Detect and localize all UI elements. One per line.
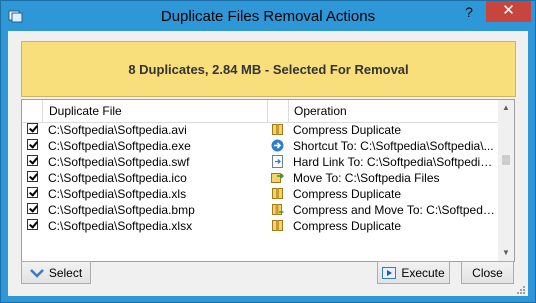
hard-link-icon <box>272 155 283 168</box>
row-checkbox[interactable] <box>27 171 38 182</box>
shortcut-arrow-icon <box>271 139 284 152</box>
vertical-scrollbar[interactable]: ▲ ▼ <box>498 100 514 261</box>
duplicate-file-path: C:\Softpedia\Softpedia.bmp <box>48 203 195 217</box>
column-header-file[interactable]: Duplicate File <box>49 104 122 118</box>
table-row[interactable]: C:\Softpedia\Softpedia.ico Move To: C:\So… <box>22 170 498 186</box>
operation-text: Compress Duplicate <box>293 187 402 201</box>
summary-text: 8 Duplicates, 2.84 MB - Selected For Rem… <box>128 61 409 77</box>
row-checkbox[interactable] <box>27 219 38 230</box>
header-divider <box>288 100 289 122</box>
duplicate-file-path: C:\Softpedia\Softpedia.swf <box>48 155 190 169</box>
header-divider <box>267 100 268 122</box>
table-row[interactable]: C:\Softpedia\Softpedia.avi Compress Dupli… <box>22 122 498 138</box>
row-checkbox[interactable] <box>27 203 38 214</box>
header-divider <box>42 100 43 122</box>
row-checkbox[interactable] <box>27 155 38 166</box>
compress-icon <box>272 188 283 199</box>
duplicate-file-path: C:\Softpedia\Softpedia.ico <box>48 171 187 185</box>
summary-banner: 8 Duplicates, 2.84 MB - Selected For Rem… <box>21 41 516 97</box>
chevron-down-icon <box>29 268 44 278</box>
table-row[interactable]: C:\Softpedia\Softpedia.exe Shortcut To: C… <box>22 138 498 154</box>
operation-text: Shortcut To: C:\Softpedia\Softpedia\... <box>293 139 494 153</box>
title-bar[interactable]: Duplicate Files Removal Actions ? ✕ <box>1 1 535 31</box>
duplicate-file-path: C:\Softpedia\Softpedia.xlsx <box>48 219 193 233</box>
row-checkbox[interactable] <box>27 123 38 134</box>
table-row[interactable]: C:\Softpedia\Softpedia.swf Hard Link To: … <box>22 154 498 170</box>
resize-grip-icon[interactable] <box>515 284 525 294</box>
list-rows: C:\Softpedia\Softpedia.avi Compress Dupli… <box>22 122 498 234</box>
move-icon <box>271 173 284 183</box>
window-close-button[interactable]: ✕ <box>486 1 531 22</box>
execute-label: Execute <box>401 265 445 280</box>
operation-text: Hard Link To: C:\Softpedia\Softpedia\... <box>293 155 497 169</box>
scroll-thumb[interactable] <box>502 155 510 165</box>
dialog-window: Duplicate Files Removal Actions ? ✕ 8 Du… <box>0 0 536 303</box>
list-header: Duplicate File Operation <box>22 100 498 123</box>
duplicates-list[interactable]: Duplicate File Operation C:\Softpedia\So… <box>21 99 515 262</box>
help-button[interactable]: ? <box>454 1 484 23</box>
compress-move-icon <box>272 204 284 215</box>
duplicate-file-path: C:\Softpedia\Softpedia.exe <box>48 139 191 153</box>
row-checkbox[interactable] <box>27 187 38 198</box>
execute-button[interactable]: Execute <box>377 261 450 284</box>
duplicate-file-path: C:\Softpedia\Softpedia.xls <box>48 187 187 201</box>
scroll-down-icon[interactable]: ▼ <box>498 245 514 261</box>
operation-text: Move To: C:\Softpedia Files <box>293 171 440 185</box>
operation-text: Compress and Move To: C:\Softpedia\... <box>293 203 497 217</box>
scroll-up-icon[interactable]: ▲ <box>498 100 514 116</box>
column-header-operation[interactable]: Operation <box>294 104 347 118</box>
play-icon <box>382 266 397 279</box>
operation-text: Compress Duplicate <box>293 219 402 233</box>
dialog-body: 8 Duplicates, 2.84 MB - Selected For Rem… <box>8 31 528 296</box>
duplicate-file-path: C:\Softpedia\Softpedia.avi <box>48 123 187 137</box>
operation-text: Compress Duplicate <box>293 123 402 137</box>
table-row[interactable]: C:\Softpedia\Softpedia.xlsx Compress Dupl… <box>22 218 498 234</box>
select-button[interactable]: Select <box>21 261 91 284</box>
select-label: Select <box>48 265 83 280</box>
compress-icon <box>272 124 283 135</box>
close-button[interactable]: Close <box>461 261 514 284</box>
compress-icon <box>272 220 283 231</box>
table-row[interactable]: C:\Softpedia\Softpedia.bmp Compress and M… <box>22 202 498 218</box>
close-label: Close <box>472 265 503 280</box>
table-row[interactable]: C:\Softpedia\Softpedia.xls Compress Dupli… <box>22 186 498 202</box>
row-checkbox[interactable] <box>27 139 38 150</box>
